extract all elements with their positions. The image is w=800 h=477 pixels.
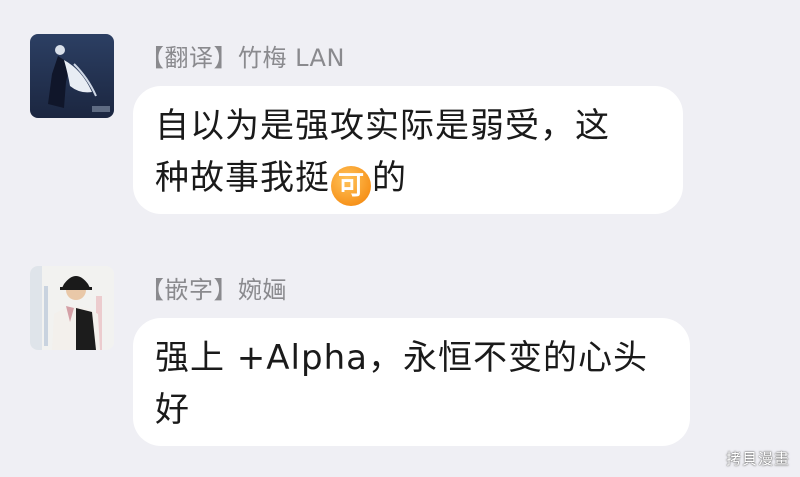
- avatar-typesetter[interactable]: [30, 266, 114, 350]
- message-text-segment: 种故事我挺: [155, 158, 330, 198]
- message-text-segment: 的: [372, 158, 407, 198]
- message-text-line: 强上 +Alpha，永恒不变的心头: [155, 338, 648, 378]
- avatar-image: [30, 266, 114, 350]
- message-bubble[interactable]: 强上 +Alpha，永恒不变的心头 好: [133, 318, 690, 446]
- watermark: 拷貝漫畫: [725, 450, 790, 468]
- sender-name: 【翻译】竹梅 LAN: [140, 44, 345, 72]
- message-text-line: 好: [155, 390, 190, 430]
- sender-name: 【嵌字】婉婳: [140, 276, 287, 304]
- avatar-translator[interactable]: [30, 34, 114, 118]
- ke-emoji-icon: 可: [331, 166, 371, 206]
- message-text-line: 种故事我挺可的: [155, 152, 661, 206]
- avatar-image: [30, 34, 114, 118]
- message-text-line: 自以为是强攻实际是弱受，这: [155, 106, 610, 146]
- message-bubble[interactable]: 自以为是强攻实际是弱受，这 种故事我挺可的: [133, 86, 683, 214]
